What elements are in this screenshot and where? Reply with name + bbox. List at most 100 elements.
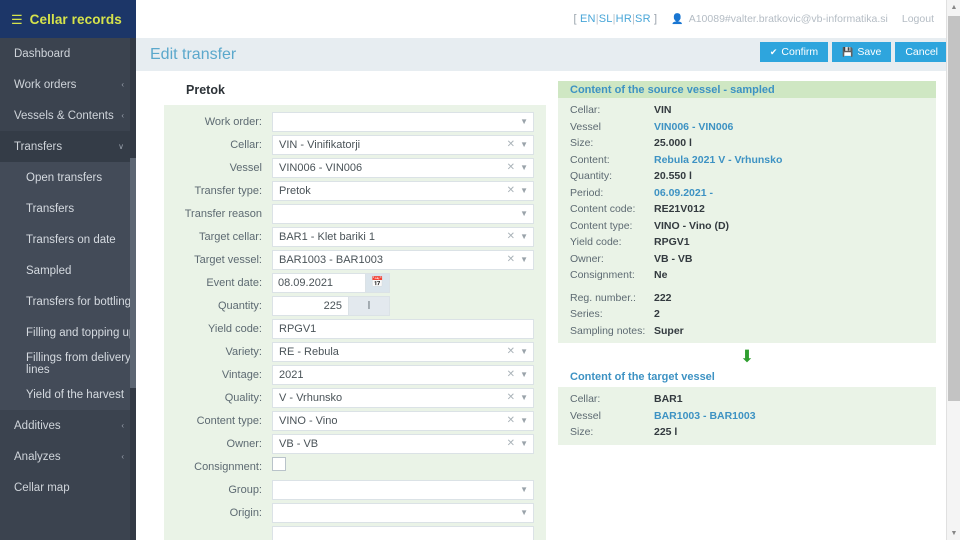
confirm-button[interactable]: ✔ Confirm [759, 42, 829, 62]
lang-en[interactable]: EN [580, 13, 596, 25]
calendar-icon[interactable]: 📅 [365, 272, 390, 293]
sidebar-item-fillings-delivery-lines[interactable]: Fillings from delivery lines [0, 348, 136, 379]
info-label: Vessel [570, 409, 601, 422]
field-label: Vintage: [221, 368, 262, 381]
field-label: Work order: [204, 115, 262, 128]
hamburger-icon[interactable]: ☰ [11, 13, 23, 26]
info-label: Consignment: [570, 269, 635, 282]
field-label: Event date: [206, 276, 262, 289]
sidebar-item-transfers[interactable]: Transfers [0, 193, 136, 224]
quantity-group: 225 l [272, 295, 390, 316]
clear-icon[interactable]: ✕ [507, 161, 515, 175]
transfer-reason-select[interactable] [272, 203, 534, 224]
transfer-type-select[interactable]: Pretok [272, 180, 534, 201]
page-scrollbar[interactable]: ▲ ▼ [946, 0, 960, 540]
sidebar-item-label: Additives [14, 419, 61, 432]
cancel-button[interactable]: Cancel [895, 42, 948, 62]
lang-sr[interactable]: SR [635, 13, 651, 25]
yield-code-input[interactable]: RPGV1 [272, 318, 534, 339]
chevron-down-icon[interactable]: ▼ [520, 208, 528, 220]
quality-select[interactable]: V - Vrhunsko [272, 387, 534, 408]
lang-hr[interactable]: HR [616, 13, 632, 25]
info-value-link[interactable]: BAR1003 - BAR1003 [654, 410, 756, 422]
user-info[interactable]: 👤 A10089#valter.bratkovic@vb-informatika… [671, 13, 888, 25]
origin-select[interactable] [272, 502, 534, 523]
field-row-yield-code: Yield code: RPGV1 [164, 317, 534, 340]
info-value-link[interactable]: VIN006 - VIN006 [654, 121, 733, 133]
chevron-down-icon[interactable]: ▼ [520, 162, 528, 174]
sidebar-item-yield-of-harvest[interactable]: Yield of the harvest [0, 379, 136, 410]
chevron-down-icon[interactable]: ▼ [520, 507, 528, 519]
caret-up-icon[interactable]: ▲ [947, 0, 960, 14]
clear-icon[interactable]: ✕ [507, 414, 515, 428]
work-order-select[interactable] [272, 111, 534, 132]
field-control: 2021 ✕ ▼ [272, 364, 534, 385]
target-vessel-select[interactable]: BAR1003 - BAR1003 [272, 249, 534, 270]
page-scrollbar-thumb[interactable] [948, 16, 960, 401]
sidebar-item-work-orders[interactable]: Work orders ‹ [0, 69, 136, 100]
sidebar-item-filling-topping-up[interactable]: Filling and topping up [0, 317, 136, 348]
chevron-down-icon[interactable]: ▼ [520, 438, 528, 450]
chevron-down-icon[interactable]: ▼ [520, 369, 528, 381]
brand-title: Cellar records [29, 11, 122, 27]
chevron-down-icon[interactable]: ▼ [520, 415, 528, 427]
field-row-target-vessel: Target vessel: BAR1003 - BAR1003 ✕ ▼ [164, 248, 534, 271]
field-row-variety: Variety: RE - Rebula ✕ ▼ [164, 340, 534, 363]
clear-icon[interactable]: ✕ [507, 437, 515, 451]
sidebar-item-vessels-contents[interactable]: Vessels & Contents ‹ [0, 100, 136, 131]
clear-icon[interactable]: ✕ [507, 391, 515, 405]
partial-select[interactable] [272, 525, 534, 540]
target-cellar-select[interactable]: BAR1 - Klet bariki 1 [272, 226, 534, 247]
info-row: Series: 2 [558, 306, 936, 323]
caret-down-icon[interactable]: ▼ [947, 526, 960, 540]
sidebar-item-transfers-for-bottling[interactable]: Transfers for bottling [0, 286, 136, 317]
event-date-input[interactable]: 08.09.2021 [272, 272, 365, 293]
chevron-down-icon[interactable]: ▼ [520, 231, 528, 243]
variety-select[interactable]: RE - Rebula [272, 341, 534, 362]
clear-icon[interactable]: ✕ [507, 345, 515, 359]
chevron-down-icon[interactable]: ▼ [520, 346, 528, 358]
sidebar-item-additives[interactable]: Additives ‹ [0, 410, 136, 441]
chevron-down-icon[interactable]: ▼ [520, 484, 528, 496]
chevron-down-icon[interactable]: ▼ [520, 116, 528, 128]
sidebar-brand[interactable]: ☰ Cellar records [0, 0, 136, 38]
field-control: 225 l [272, 295, 534, 316]
field-row-partial [164, 524, 534, 540]
chevron-down-icon[interactable]: ▼ [520, 139, 528, 151]
sidebar-item-open-transfers[interactable]: Open transfers [0, 162, 136, 193]
content-type-select[interactable]: VINO - Vino [272, 410, 534, 431]
sidebar-item-transfers-on-date[interactable]: Transfers on date [0, 224, 136, 255]
save-button[interactable]: 💾 Save [832, 42, 892, 62]
sidebar-item-analyzes[interactable]: Analyzes ‹ [0, 441, 136, 472]
info-label: Size: [570, 426, 594, 439]
clear-icon[interactable]: ✕ [507, 253, 515, 267]
lang-sl[interactable]: SL [599, 13, 613, 25]
chevron-down-icon[interactable]: ▼ [520, 185, 528, 197]
field-label: Quantity: [217, 299, 262, 312]
info-value-link[interactable]: 06.09.2021 - [654, 187, 713, 199]
quantity-input[interactable]: 225 [272, 295, 348, 316]
consignment-checkbox[interactable] [272, 456, 286, 471]
chevron-down-icon[interactable]: ▼ [520, 392, 528, 404]
owner-select[interactable]: VB - VB [272, 433, 534, 454]
vessel-select[interactable]: VIN006 - VIN006 [272, 157, 534, 178]
cellar-select[interactable]: VIN - Vinifikatorji [272, 134, 534, 155]
group-select[interactable] [272, 479, 534, 500]
info-value-link[interactable]: Rebula 2021 V - Vrhunsko [654, 154, 782, 166]
clear-icon[interactable]: ✕ [507, 368, 515, 382]
clear-icon[interactable]: ✕ [507, 230, 515, 244]
info-label: Quantity: [570, 170, 613, 183]
logout-link[interactable]: Logout [902, 13, 934, 25]
clear-icon[interactable]: ✕ [507, 138, 515, 152]
check-icon: ✔ [769, 46, 778, 57]
sidebar-item-dashboard[interactable]: Dashboard [0, 38, 136, 69]
vintage-select[interactable]: 2021 [272, 364, 534, 385]
clear-icon[interactable]: ✕ [507, 184, 515, 198]
sidebar-item-transfers[interactable]: Transfers ∨ [0, 131, 136, 162]
sidebar-item-cellar-map[interactable]: Cellar map [0, 472, 136, 503]
vessel-info-column: Content of the source vessel - sampled C… [546, 71, 946, 540]
info-value: 225 l [654, 426, 678, 439]
sidebar-item-sampled[interactable]: Sampled [0, 255, 136, 286]
chevron-down-icon[interactable]: ▼ [520, 254, 528, 266]
field-row-transfer-reason: Transfer reason ▼ [164, 202, 534, 225]
